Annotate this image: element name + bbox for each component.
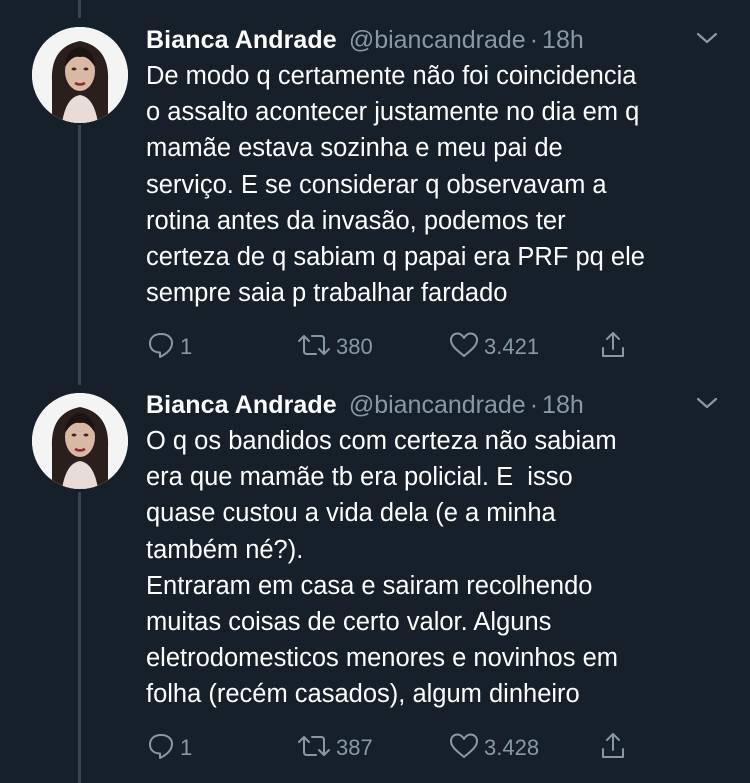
like-count: 3.428 xyxy=(484,735,540,760)
chevron-down-icon[interactable] xyxy=(694,30,720,51)
text-line: De modo q certamente não foi coincidenci… xyxy=(146,62,637,90)
tweet-header: Bianca Andrade @biancandrade · 18h xyxy=(146,387,584,423)
reply-icon xyxy=(146,731,176,766)
text-line: quase custou a vida dela (e a minha xyxy=(146,499,556,528)
timestamp[interactable]: 18h xyxy=(542,391,584,420)
chevron-down-icon[interactable] xyxy=(694,395,720,416)
like-icon xyxy=(448,330,480,365)
share-icon xyxy=(598,731,628,766)
retweet-button[interactable]: 380 xyxy=(296,332,373,362)
separator: · xyxy=(529,390,539,419)
reply-button[interactable]: 1 xyxy=(146,332,192,362)
display-name[interactable]: Bianca Andrade xyxy=(146,391,337,420)
like-icon xyxy=(448,731,480,766)
avatar[interactable] xyxy=(32,27,128,123)
tweet[interactable]: Bianca Andrade @biancandrade · 18h O q o… xyxy=(0,387,750,777)
timestamp[interactable]: 18h xyxy=(542,26,584,55)
like-button[interactable]: 3.421 xyxy=(448,332,539,362)
retweet-count: 380 xyxy=(336,334,373,359)
retweet-icon xyxy=(296,731,332,766)
action-bar: 1 380 3.421 xyxy=(146,330,646,365)
text-line: certeza de q sabiam q papai era PRF pq e… xyxy=(146,243,645,272)
retweet-button[interactable]: 387 xyxy=(296,733,373,763)
reply-count: 1 xyxy=(180,735,193,760)
text-line: O q os bandidos com certeza não sabiam xyxy=(146,427,617,455)
share-icon xyxy=(598,330,628,365)
tweet[interactable]: Bianca Andrade @biancandrade · 18h De mo… xyxy=(0,22,750,367)
avatar[interactable] xyxy=(32,393,128,489)
tweet-text: O q os bandidos com certeza não sabiam e… xyxy=(146,423,731,713)
text-line: folha (recém casados), algum dinheiro xyxy=(146,680,580,709)
text-line: Entraram em casa e sairam recolhendo xyxy=(146,571,593,600)
action-bar: 1 387 3.428 xyxy=(146,731,646,766)
retweet-icon xyxy=(296,330,332,365)
text-line: eletrodomesticos menores e novinhos em xyxy=(146,644,618,673)
separator: · xyxy=(529,25,539,54)
reply-button[interactable]: 1 xyxy=(146,733,192,763)
display-name[interactable]: Bianca Andrade xyxy=(146,26,337,55)
tweet-text: De modo q certamente não foi coincidenci… xyxy=(146,58,731,311)
text-line: muitas coisas de certo valor. Alguns xyxy=(146,608,552,637)
like-button[interactable]: 3.428 xyxy=(448,733,539,763)
share-button[interactable] xyxy=(598,330,628,365)
like-count: 3.421 xyxy=(484,334,540,359)
tweet-header: Bianca Andrade @biancandrade · 18h xyxy=(146,22,584,58)
share-button[interactable] xyxy=(598,731,628,766)
reply-icon xyxy=(146,330,176,365)
text-line: o assalto acontecer justamente no dia em… xyxy=(146,98,640,127)
text-line: serviço. E se considerar q observavam a xyxy=(146,170,607,199)
text-line: sempre saia p trabalhar fardado xyxy=(146,279,508,308)
text-line: mamãe estava sozinha e meu pai de xyxy=(146,134,563,163)
text-line: também né?). xyxy=(146,535,304,564)
thread-line-top xyxy=(78,0,81,18)
text-line: era que mamãe tb era policial. E isso xyxy=(146,463,573,492)
user-handle[interactable]: @biancandrade xyxy=(349,26,526,55)
user-handle[interactable]: @biancandrade xyxy=(349,391,526,420)
retweet-count: 387 xyxy=(336,735,373,760)
text-line: rotina antes da invasão, podemos ter xyxy=(146,206,566,235)
reply-count: 1 xyxy=(180,334,193,359)
